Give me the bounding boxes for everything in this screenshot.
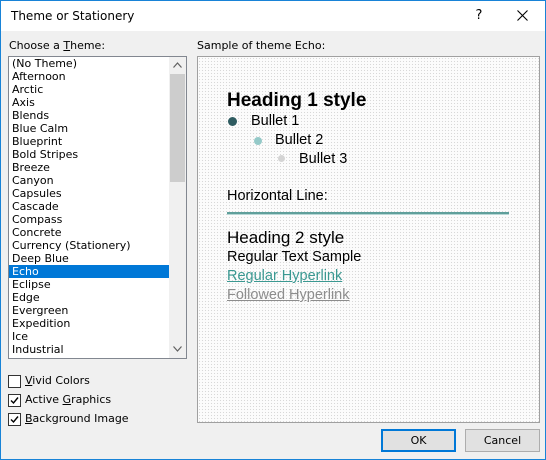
- theme-listbox[interactable]: (No Theme) Afternoon Arctic Axis Blends Blue …: [8, 56, 187, 359]
- theme-list-item[interactable]: Afternoon: [9, 70, 169, 83]
- chevron-up-icon: [173, 62, 182, 68]
- scroll-thumb[interactable]: [170, 74, 185, 182]
- theme-list-item[interactable]: Blends: [9, 109, 169, 122]
- theme-list-item[interactable]: (No Theme): [9, 57, 169, 70]
- title-bar: Theme or Stationery ?: [1, 1, 545, 31]
- theme-list-item[interactable]: Industrial: [9, 343, 169, 356]
- background-image-box[interactable]: [8, 413, 21, 426]
- theme-list-item[interactable]: Compass: [9, 213, 169, 226]
- scroll-up-button[interactable]: [169, 57, 186, 74]
- sample-horizontal-line-label: Horizontal Line:: [227, 188, 328, 204]
- background-image-checkbox[interactable]: Background Image: [8, 412, 158, 427]
- background-image-label: Background Image: [25, 412, 129, 425]
- theme-list-item[interactable]: Cascade: [9, 200, 169, 213]
- sample-bullet-1: Bullet 1: [251, 113, 300, 129]
- sample-followed-hyperlink: Followed Hyperlink: [227, 287, 350, 303]
- theme-list-item[interactable]: Blueprint: [9, 135, 169, 148]
- bullet-1-icon: [228, 117, 237, 126]
- theme-list-item[interactable]: Echo: [9, 265, 169, 278]
- theme-list-item[interactable]: Capsules: [9, 187, 169, 200]
- theme-list-item[interactable]: Edge: [9, 291, 169, 304]
- bullet-3-icon: [278, 155, 285, 162]
- theme-list-item[interactable]: Ice: [9, 330, 169, 343]
- sample-hyperlink: Regular Hyperlink: [227, 268, 343, 284]
- bullet-2-icon: [254, 137, 262, 145]
- theme-list-item[interactable]: Breeze: [9, 161, 169, 174]
- chevron-down-icon: [173, 346, 182, 352]
- active-graphics-label: Active Graphics: [25, 393, 112, 406]
- theme-list-item[interactable]: Evergreen: [9, 304, 169, 317]
- vivid-colors-label: Vivid Colors: [25, 374, 90, 387]
- list-scrollbar[interactable]: [169, 57, 186, 358]
- cancel-button[interactable]: Cancel: [465, 429, 540, 452]
- sample-label: Sample of theme Echo:: [197, 39, 326, 52]
- help-button[interactable]: ?: [467, 1, 491, 31]
- checkmark-icon: [10, 416, 19, 424]
- theme-list-items: (No Theme) Afternoon Arctic Axis Blends Blue …: [9, 57, 169, 356]
- active-graphics-box[interactable]: [8, 394, 21, 407]
- theme-dialog: Theme or Stationery ? Choose a Theme: (N…: [0, 0, 546, 460]
- theme-list-item[interactable]: Axis: [9, 96, 169, 109]
- active-graphics-checkbox[interactable]: Active Graphics: [8, 393, 158, 408]
- theme-list-item[interactable]: Expedition: [9, 317, 169, 330]
- scroll-down-button[interactable]: [169, 341, 186, 358]
- sample-bullet-3: Bullet 3: [299, 151, 348, 167]
- sample-regular-text: Regular Text Sample: [227, 249, 362, 265]
- theme-list-item[interactable]: Blue Calm: [9, 122, 169, 135]
- theme-preview: Heading 1 style Bullet 1 Bullet 2 Bullet…: [197, 56, 540, 423]
- choose-theme-label: Choose a Theme:: [9, 39, 106, 52]
- sample-bullet-2: Bullet 2: [275, 132, 324, 148]
- close-icon: [517, 10, 528, 21]
- theme-list-item[interactable]: Bold Stripes: [9, 148, 169, 161]
- sample-heading-1: Heading 1 style: [227, 90, 367, 111]
- theme-list-item[interactable]: Arctic: [9, 83, 169, 96]
- checkmark-icon: [10, 397, 19, 405]
- theme-list-item[interactable]: Eclipse: [9, 278, 169, 291]
- sample-horizontal-rule: [227, 212, 509, 215]
- ok-button[interactable]: OK: [381, 429, 456, 452]
- close-button[interactable]: [501, 1, 545, 31]
- theme-list-item[interactable]: Deep Blue: [9, 252, 169, 265]
- vivid-colors-checkbox[interactable]: Vivid Colors: [8, 374, 158, 389]
- dialog-title: Theme or Stationery: [11, 9, 135, 23]
- vivid-colors-box[interactable]: [8, 375, 21, 388]
- theme-list-item[interactable]: Canyon: [9, 174, 169, 187]
- theme-list-item[interactable]: Concrete: [9, 226, 169, 239]
- theme-list-item[interactable]: Currency (Stationery): [9, 239, 169, 252]
- sample-heading-2: Heading 2 style: [227, 228, 345, 247]
